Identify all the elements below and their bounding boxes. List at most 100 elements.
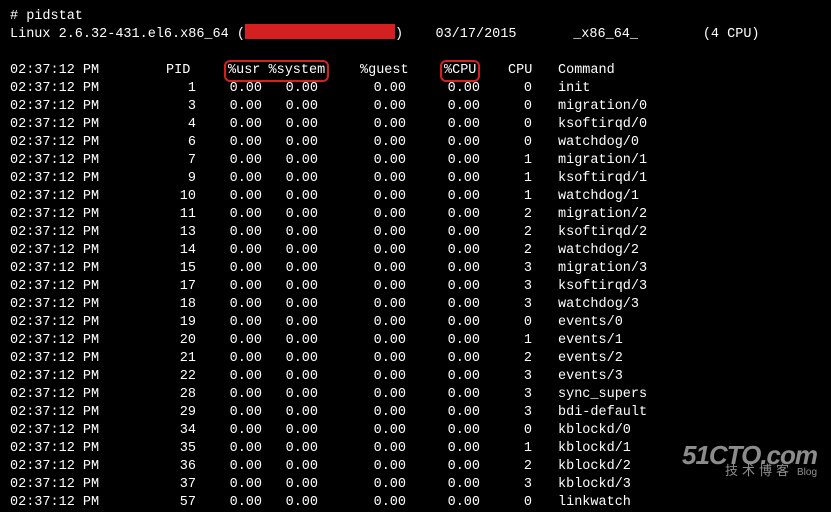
cell-usr: 0.00 [222, 350, 262, 368]
cell-time: 02:37:12 PM [10, 404, 99, 422]
cell-system: 0.00 [278, 260, 318, 278]
cell-usr: 0.00 [222, 296, 262, 314]
table-row: 02:37:12 PM70.000.000.000.001migration/1 [10, 152, 821, 170]
cell-cpu-pct: 0.00 [440, 458, 480, 476]
cell-command: events/2 [558, 350, 623, 368]
cell-usr: 0.00 [222, 116, 262, 134]
cell-usr: 0.00 [222, 206, 262, 224]
cell-guest: 0.00 [366, 332, 406, 350]
cell-system: 0.00 [278, 422, 318, 440]
cell-cpu: 3 [508, 368, 532, 386]
cell-cpu: 3 [508, 278, 532, 296]
header-time: 02:37:12 PM [10, 62, 99, 80]
cell-command: watchdog/0 [558, 134, 639, 152]
cell-cpu-pct: 0.00 [440, 404, 480, 422]
cell-guest: 0.00 [366, 242, 406, 260]
table-row: 02:37:12 PM370.000.000.000.003kblockd/3 [10, 476, 821, 494]
cell-system: 0.00 [278, 314, 318, 332]
cell-cpu: 1 [508, 332, 532, 350]
cell-command: ksoftirqd/0 [558, 116, 647, 134]
cell-guest: 0.00 [366, 458, 406, 476]
cell-pid: 4 [150, 116, 196, 134]
cell-guest: 0.00 [366, 494, 406, 512]
cell-system: 0.00 [278, 404, 318, 422]
cell-system: 0.00 [278, 296, 318, 314]
cell-command: events/1 [558, 332, 623, 350]
cell-guest: 0.00 [366, 386, 406, 404]
cell-usr: 0.00 [222, 188, 262, 206]
cell-time: 02:37:12 PM [10, 386, 99, 404]
table-row: 02:37:12 PM100.000.000.000.001watchdog/1 [10, 188, 821, 206]
table-row: 02:37:12 PM30.000.000.000.000migration/0 [10, 98, 821, 116]
cell-cpu: 0 [508, 494, 532, 512]
cell-pid: 10 [150, 188, 196, 206]
cell-cpu: 1 [508, 170, 532, 188]
cell-command: watchdog/3 [558, 296, 639, 314]
cell-guest: 0.00 [366, 116, 406, 134]
cell-system: 0.00 [278, 350, 318, 368]
cell-time: 02:37:12 PM [10, 440, 99, 458]
cell-command: events/0 [558, 314, 623, 332]
cell-system: 0.00 [278, 188, 318, 206]
cell-usr: 0.00 [222, 494, 262, 512]
table-row: 02:37:12 PM350.000.000.000.001kblockd/1 [10, 440, 821, 458]
cell-guest: 0.00 [366, 260, 406, 278]
cell-cpu-pct: 0.00 [440, 332, 480, 350]
cell-pid: 1 [150, 80, 196, 98]
cell-guest: 0.00 [366, 278, 406, 296]
cell-cpu-pct: 0.00 [440, 422, 480, 440]
cell-command: migration/0 [558, 98, 647, 116]
cell-cpu: 3 [508, 296, 532, 314]
cell-cpu-pct: 0.00 [440, 98, 480, 116]
cell-guest: 0.00 [366, 80, 406, 98]
cell-usr: 0.00 [222, 278, 262, 296]
cell-guest: 0.00 [366, 98, 406, 116]
cell-command: linkwatch [558, 494, 631, 512]
cell-pid: 29 [150, 404, 196, 422]
table-row: 02:37:12 PM40.000.000.000.000ksoftirqd/0 [10, 116, 821, 134]
cell-cpu-pct: 0.00 [440, 440, 480, 458]
table-row: 02:37:12 PM190.000.000.000.000events/0 [10, 314, 821, 332]
cell-pid: 3 [150, 98, 196, 116]
cell-system: 0.00 [278, 368, 318, 386]
cell-time: 02:37:12 PM [10, 224, 99, 242]
cell-cpu: 0 [508, 80, 532, 98]
cell-time: 02:37:12 PM [10, 260, 99, 278]
cell-system: 0.00 [278, 242, 318, 260]
cell-cpu: 0 [508, 116, 532, 134]
cell-system: 0.00 [278, 116, 318, 134]
table-row: 02:37:12 PM280.000.000.000.003sync_super… [10, 386, 821, 404]
cell-cpu-pct: 0.00 [440, 116, 480, 134]
cell-guest: 0.00 [366, 404, 406, 422]
cell-guest: 0.00 [366, 314, 406, 332]
table-row: 02:37:12 PM140.000.000.000.002watchdog/2 [10, 242, 821, 260]
cell-cpu-pct: 0.00 [440, 314, 480, 332]
cell-system: 0.00 [278, 170, 318, 188]
table-body: 02:37:12 PM10.000.000.000.000init02:37:1… [10, 80, 821, 512]
cell-command: kblockd/2 [558, 458, 631, 476]
cell-time: 02:37:12 PM [10, 458, 99, 476]
cell-system: 0.00 [278, 134, 318, 152]
header-usr-system-highlighted: %usr %system [224, 60, 329, 82]
date: 03/17/2015 [435, 27, 516, 42]
cell-system: 0.00 [278, 80, 318, 98]
cell-pid: 6 [150, 134, 196, 152]
cell-command: bdi-default [558, 404, 647, 422]
cell-time: 02:37:12 PM [10, 80, 99, 98]
cell-command: sync_supers [558, 386, 647, 404]
cell-usr: 0.00 [222, 260, 262, 278]
table-row: 02:37:12 PM170.000.000.000.003ksoftirqd/… [10, 278, 821, 296]
cell-cpu-pct: 0.00 [440, 296, 480, 314]
cell-cpu: 3 [508, 404, 532, 422]
cell-usr: 0.00 [222, 314, 262, 332]
cell-cpu-pct: 0.00 [440, 242, 480, 260]
cell-cpu-pct: 0.00 [440, 350, 480, 368]
cell-guest: 0.00 [366, 152, 406, 170]
table-row: 02:37:12 PM130.000.000.000.002ksoftirqd/… [10, 224, 821, 242]
cell-usr: 0.00 [222, 440, 262, 458]
table-row: 02:37:12 PM360.000.000.000.002kblockd/2 [10, 458, 821, 476]
cell-cpu-pct: 0.00 [440, 278, 480, 296]
kernel-version: Linux 2.6.32-431.el6.x86_64 ( [10, 27, 245, 42]
cell-command: kblockd/1 [558, 440, 631, 458]
cell-command: kblockd/3 [558, 476, 631, 494]
